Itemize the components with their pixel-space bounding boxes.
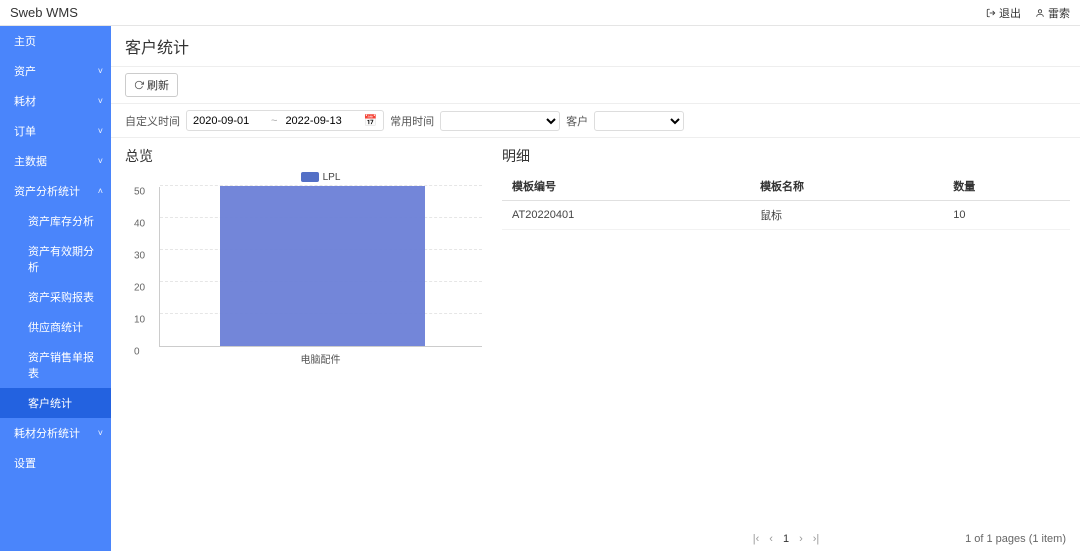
page-first-button[interactable]: |‹ — [753, 533, 760, 545]
pager: |‹ ‹ 1 › ›| — [753, 533, 820, 545]
sidebar-item[interactable]: 耗材 ˅ — [0, 86, 111, 116]
table-cell: 10 — [943, 201, 1070, 230]
sidebar-item[interactable]: 资产分析统计 ˄ — [0, 176, 111, 206]
sidebar-item[interactable]: 资产有效期分析 — [0, 236, 111, 282]
chart-legend: LPL — [159, 172, 482, 183]
overview-title: 总览 — [125, 146, 482, 166]
sidebar-item[interactable]: 订单 ˅ — [0, 116, 111, 146]
user-icon — [1035, 8, 1045, 18]
sidebar-item-label: 主页 — [14, 33, 36, 49]
overview-chart: LPL 0 10 20 30 40 50 电脑配件 — [125, 172, 482, 382]
col-qty: 数量 — [943, 172, 1070, 201]
sidebar-item[interactable]: 主数据 ˅ — [0, 146, 111, 176]
sidebar-item[interactable]: 资产库存分析 — [0, 206, 111, 236]
chart-ytick: 20 — [134, 283, 145, 294]
user-link[interactable]: 雷索 — [1035, 5, 1070, 21]
end-date-input[interactable] — [285, 115, 355, 127]
start-date-input[interactable] — [193, 115, 263, 127]
customer-select[interactable] — [594, 111, 684, 131]
chevron-down-icon: ˅ — [98, 66, 103, 76]
legend-swatch — [301, 172, 319, 182]
sidebar-item-label: 设置 — [14, 455, 36, 471]
page-current: 1 — [783, 533, 789, 545]
calendar-icon: 📅 — [363, 114, 377, 127]
sidebar-item[interactable]: 供应商统计 — [0, 312, 111, 342]
chart-ytick: 30 — [134, 251, 145, 262]
detail-table: 模板编号 模板名称 数量 AT20220401鼠标10 — [502, 172, 1070, 230]
chevron-up-icon: ˄ — [98, 186, 103, 196]
sidebar-item[interactable]: 设置 — [0, 448, 111, 478]
brand: Sweb WMS — [10, 5, 78, 20]
sidebar-item-label: 资产分析统计 — [14, 183, 80, 199]
refresh-label: 刷新 — [147, 77, 169, 93]
logout-link[interactable]: 退出 — [986, 5, 1021, 21]
page-info: 1 of 1 pages (1 item) — [965, 533, 1066, 545]
sidebar-item[interactable]: 资产采购报表 — [0, 282, 111, 312]
sidebar-item-label: 资产 — [14, 63, 36, 79]
legend-label: LPL — [323, 172, 341, 183]
page-prev-button[interactable]: ‹ — [769, 533, 773, 545]
sidebar-item[interactable]: 资产销售单报表 — [0, 342, 111, 388]
chevron-down-icon: ˅ — [98, 428, 103, 438]
col-template-name: 模板名称 — [750, 172, 943, 201]
detail-title: 明细 — [502, 146, 1070, 166]
page-title: 客户统计 — [111, 26, 1080, 67]
table-cell: AT20220401 — [502, 201, 750, 230]
chart-ytick: 10 — [134, 315, 145, 326]
sidebar-item-label: 资产库存分析 — [28, 213, 94, 229]
chart-x-category: 电脑配件 — [159, 351, 482, 366]
common-time-select[interactable] — [440, 111, 560, 131]
logout-label: 退出 — [999, 5, 1021, 21]
chart-ytick: 0 — [134, 347, 140, 358]
sidebar-item-label: 耗材分析统计 — [14, 425, 80, 441]
refresh-button[interactable]: 刷新 — [125, 73, 178, 97]
sidebar-item-label: 主数据 — [14, 153, 47, 169]
sidebar-item[interactable]: 客户统计 — [0, 388, 111, 418]
col-template-code: 模板编号 — [502, 172, 750, 201]
table-row[interactable]: AT20220401鼠标10 — [502, 201, 1070, 230]
sidebar-item-label: 资产销售单报表 — [28, 349, 103, 381]
sidebar-item-label: 客户统计 — [28, 395, 72, 411]
chevron-down-icon: ˅ — [98, 96, 103, 106]
sidebar-item[interactable]: 资产 ˅ — [0, 56, 111, 86]
customer-label: 客户 — [566, 113, 588, 129]
sidebar-item-label: 供应商统计 — [28, 319, 83, 335]
table-cell: 鼠标 — [750, 201, 943, 230]
date-range-picker[interactable]: ~ 📅 — [186, 110, 384, 131]
chevron-down-icon: ˅ — [98, 126, 103, 136]
sidebar-item-label: 资产有效期分析 — [28, 243, 103, 275]
common-time-label: 常用时间 — [390, 113, 434, 129]
page-next-button[interactable]: › — [799, 533, 803, 545]
sidebar-item-label: 订单 — [14, 123, 36, 139]
logout-icon — [986, 8, 996, 18]
sidebar-item-label: 耗材 — [14, 93, 36, 109]
sidebar-item-label: 资产采购报表 — [28, 289, 94, 305]
sidebar-item[interactable]: 耗材分析统计 ˅ — [0, 418, 111, 448]
custom-time-label: 自定义时间 — [125, 113, 180, 129]
chevron-down-icon: ˅ — [98, 156, 103, 166]
chart-bar — [220, 186, 425, 346]
sidebar-item[interactable]: 主页 — [0, 26, 111, 56]
user-label: 雷索 — [1048, 5, 1070, 21]
chart-ytick: 40 — [134, 219, 145, 230]
date-separator: ~ — [271, 115, 277, 127]
refresh-icon — [134, 80, 144, 90]
page-last-button[interactable]: ›| — [813, 533, 820, 545]
sidebar: 主页资产 ˅ 耗材 ˅ 订单 ˅ 主数据 ˅ 资产分析统计 ˄ 资产库存分析资产有效期分析资产采购报… — [0, 26, 111, 551]
chart-ytick: 50 — [134, 187, 145, 198]
